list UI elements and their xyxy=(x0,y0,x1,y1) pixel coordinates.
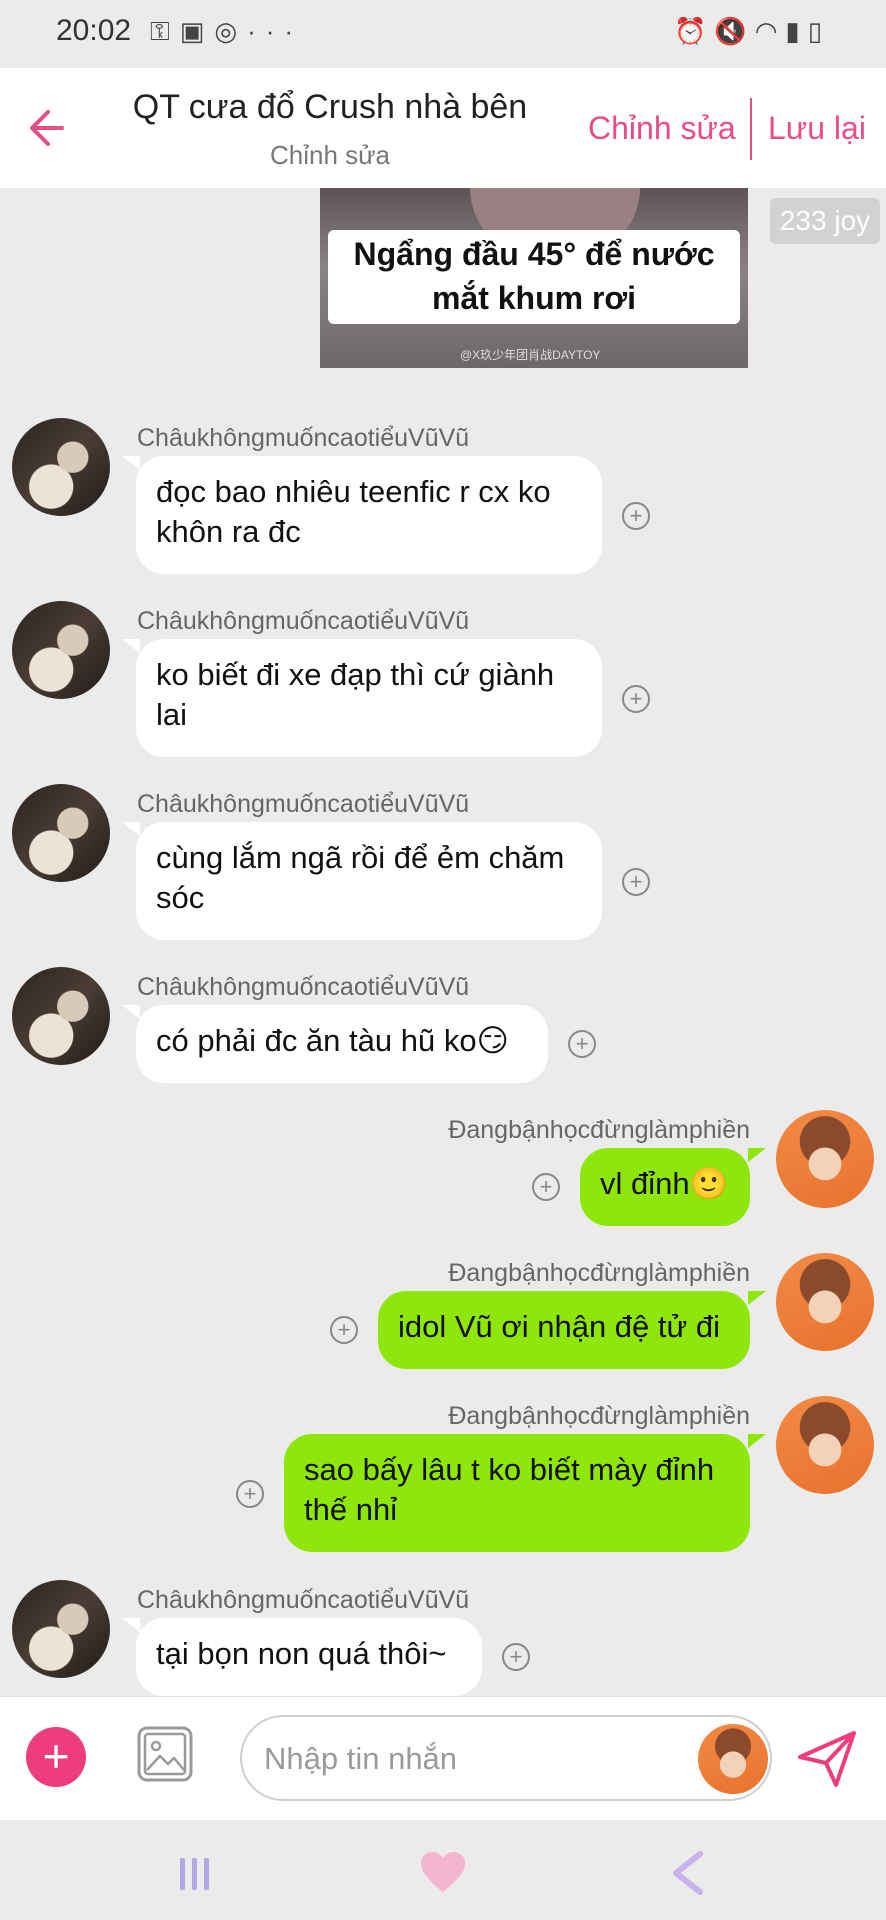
key-icon: ⚿ xyxy=(150,16,180,46)
sticker-caption-line2: mắt khum rơi xyxy=(431,280,637,316)
reaction-add-button[interactable]: + xyxy=(236,1480,264,1508)
bubble-tail xyxy=(748,1148,766,1162)
bubble-tail xyxy=(122,822,140,836)
avatar[interactable] xyxy=(12,601,110,699)
input-placeholder: Nhập tin nhắn xyxy=(264,1741,458,1776)
bubble-tail xyxy=(122,1618,140,1632)
chat-title: QT cưa đổ Crush nhà bên xyxy=(132,88,528,126)
status-right-icons: ⏰🔇◠▮▯ xyxy=(674,16,830,47)
wifi-icon: ◠ xyxy=(754,16,786,46)
more-icon: ··· xyxy=(247,16,304,46)
message-bubble[interactable]: tại bọn non quá thôi~ xyxy=(136,1618,482,1696)
status-left-icons: ⚿▣◎··· xyxy=(150,16,303,48)
bubble-tail xyxy=(122,1005,140,1019)
status-time: 20:02 xyxy=(56,14,132,47)
avatar[interactable] xyxy=(776,1110,874,1208)
sender-name: Đangbậnhọcđừnglàmphiền xyxy=(448,1259,750,1287)
sticker-image[interactable]: Ngẩng đầu 45° để nước mắt khum rơi @X玖少年… xyxy=(320,188,748,368)
avatar[interactable] xyxy=(12,418,110,516)
sticker-watermark: @X玖少年团肖战DAYTOY xyxy=(460,348,601,362)
message-bubble[interactable]: idol Vũ ơi nhận đệ tử đi xyxy=(378,1291,750,1369)
sticker-caption: Ngẩng đầu 45° để nước mắt khum rơi xyxy=(328,230,740,324)
bubble-tail xyxy=(122,639,140,653)
sender-name: ChâukhôngmuốncaotiểuVũVũ xyxy=(137,790,470,818)
message-input[interactable]: Nhập tin nhắn xyxy=(240,1715,772,1801)
status-bar: 20:02 ⚿▣◎··· ⏰🔇◠▮▯ xyxy=(0,0,886,68)
message-bubble[interactable]: đọc bao nhiêu teenfic r cx ko khôn ra đc xyxy=(136,456,602,574)
message-bubble[interactable]: vl đỉnh🙂 xyxy=(580,1148,750,1226)
joy-badge: 233 joy xyxy=(770,198,880,244)
image-icon[interactable] xyxy=(136,1725,194,1783)
sender-name: Đangbậnhọcđừnglàmphiền xyxy=(448,1116,750,1144)
plus-icon[interactable]: + xyxy=(26,1727,86,1787)
sender-name: ChâukhôngmuốncaotiểuVũVũ xyxy=(137,973,470,1001)
reaction-add-button[interactable]: + xyxy=(622,868,650,896)
send-icon[interactable] xyxy=(796,1727,858,1789)
sender-name: Đangbậnhọcđừnglàmphiền xyxy=(448,1402,750,1430)
back-icon[interactable] xyxy=(670,1850,706,1896)
reaction-add-button[interactable]: + xyxy=(568,1030,596,1058)
edit-button[interactable]: Chỉnh sửa xyxy=(588,110,736,147)
chat-subtitle: Chỉnh sửa xyxy=(269,140,391,170)
avatar[interactable] xyxy=(776,1253,874,1351)
alarm-icon: ⏰ xyxy=(673,16,715,46)
chat-header: QT cưa đổ Crush nhà bên Chỉnh sửa Chỉnh … xyxy=(0,68,886,188)
instagram-icon: ◎ xyxy=(214,16,248,46)
avatar[interactable] xyxy=(12,967,110,1065)
reaction-add-button[interactable]: + xyxy=(622,685,650,713)
reaction-add-button[interactable]: + xyxy=(330,1316,358,1344)
avatar[interactable] xyxy=(776,1396,874,1494)
system-nav-bar xyxy=(0,1820,886,1920)
recent-apps-icon[interactable] xyxy=(175,1854,215,1894)
message-bubble[interactable]: có phải đc ăn tàu hũ ko😏 xyxy=(136,1005,548,1083)
image-icon: ▣ xyxy=(179,16,215,46)
signal-icon: ▮ xyxy=(785,16,808,46)
save-button[interactable]: Lưu lại xyxy=(768,110,866,147)
message-bubble[interactable]: ko biết đi xe đạp thì cứ giành lai xyxy=(136,639,602,757)
sticker-caption-line1: Ngẩng đầu 45° để nước xyxy=(353,236,715,272)
header-divider xyxy=(750,98,752,160)
bubble-tail xyxy=(748,1291,766,1305)
message-bubble[interactable]: sao bấy lâu t ko biết mày đỉnh thế nhỉ xyxy=(284,1434,750,1552)
reaction-add-button[interactable]: + xyxy=(622,502,650,530)
sender-name: ChâukhôngmuốncaotiểuVũVũ xyxy=(137,607,470,635)
message-input-bar: + Nhập tin nhắn xyxy=(0,1696,886,1821)
avatar[interactable] xyxy=(12,1580,110,1678)
reaction-add-button[interactable]: + xyxy=(532,1173,560,1201)
back-arrow-icon[interactable] xyxy=(26,98,70,158)
sender-name: ChâukhôngmuốncaotiểuVũVũ xyxy=(137,1586,470,1614)
reaction-add-button[interactable]: + xyxy=(502,1643,530,1671)
battery-icon: ▯ xyxy=(807,16,830,46)
avatar[interactable] xyxy=(12,784,110,882)
bubble-tail xyxy=(748,1434,766,1448)
heart-home-icon[interactable] xyxy=(418,1850,468,1896)
bubble-tail xyxy=(122,456,140,470)
message-bubble[interactable]: cùng lắm ngã rồi để ẻm chăm sóc xyxy=(136,822,602,940)
sender-name: ChâukhôngmuốncaotiểuVũVũ xyxy=(137,424,470,452)
mute-icon: 🔇 xyxy=(714,16,755,46)
avatar[interactable] xyxy=(698,1724,768,1794)
